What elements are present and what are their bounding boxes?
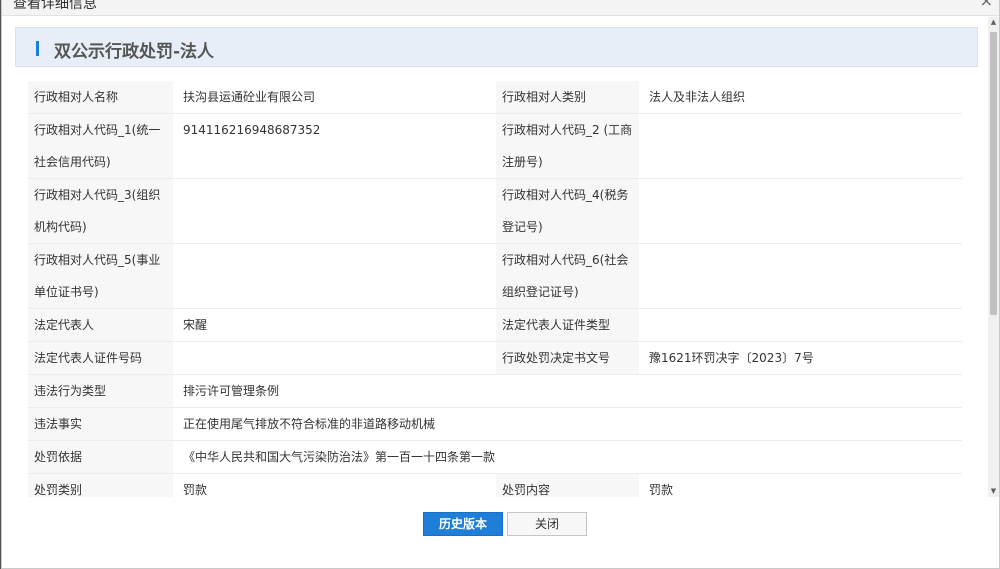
dialog-title: 查看详细信息 bbox=[13, 0, 97, 12]
dialog-footer: 历史版本 关闭 bbox=[2, 512, 999, 542]
table-row: 行政相对人代码_3(组织 机构代码) 行政相对人代码_4(税务 登记号) bbox=[28, 178, 962, 244]
close-icon[interactable]: × bbox=[980, 0, 993, 10]
field-label: 行政处罚决定书文号 bbox=[496, 341, 639, 375]
section-title: 双公示行政处罚-法人 bbox=[54, 42, 215, 62]
field-label-line: 行政相对人代码_1(统一 bbox=[34, 123, 161, 137]
field-value bbox=[639, 113, 962, 179]
field-label: 行政相对人类别 bbox=[496, 81, 639, 114]
field-value bbox=[639, 178, 962, 244]
scrollbar-thumb[interactable] bbox=[990, 32, 997, 315]
field-label: 违法事实 bbox=[28, 407, 173, 441]
field-label: 行政相对人代码_4(税务 登记号) bbox=[496, 178, 639, 244]
table-row: 法定代表人 宋醒 法定代表人证件类型 bbox=[28, 308, 962, 342]
dialog-titlebar: 查看详细信息 × bbox=[2, 0, 999, 16]
table-row: 行政相对人代码_1(统一 社会信用代码) 914116216948687352 行… bbox=[28, 113, 962, 179]
field-value: 法人及非法人组织 bbox=[639, 81, 962, 114]
field-label: 法定代表人证件号码 bbox=[28, 341, 173, 375]
field-value: 罚款 bbox=[639, 473, 962, 497]
field-label: 行政相对人代码_5(事业 单位证书号) bbox=[28, 243, 173, 309]
field-label-line: 单位证书号) bbox=[34, 285, 99, 299]
field-label: 法定代表人证件类型 bbox=[496, 308, 639, 342]
field-label-line: 社会信用代码) bbox=[34, 155, 111, 169]
field-label: 处罚依据 bbox=[28, 440, 173, 474]
field-label-line: 行政相对人代码_5(事业 bbox=[34, 253, 161, 267]
scroll-down-arrow-icon[interactable]: ▼ bbox=[988, 486, 999, 497]
info-table: 行政相对人名称 扶沟县运通砼业有限公司 行政相对人类别 法人及非法人组织 行政相… bbox=[28, 81, 962, 497]
field-value: 扶沟县运通砼业有限公司 bbox=[173, 81, 496, 114]
field-value: 豫1621环罚决字〔2023〕7号 bbox=[639, 341, 962, 375]
field-value bbox=[639, 308, 962, 342]
field-value bbox=[639, 243, 962, 309]
field-value: 914116216948687352 bbox=[173, 113, 496, 179]
field-value: 排污许可管理条例 bbox=[173, 374, 962, 408]
history-version-button[interactable]: 历史版本 bbox=[423, 512, 503, 536]
field-value bbox=[173, 243, 496, 309]
field-value: 正在使用尾气排放不符合标准的非道路移动机械 bbox=[173, 407, 962, 441]
detail-dialog: 查看详细信息 × 双公示行政处罚-法人 行政相对人名称 扶沟县运通砼业有限公司 … bbox=[1, 0, 1000, 569]
section-header: 双公示行政处罚-法人 bbox=[15, 27, 978, 67]
table-row: 行政相对人代码_5(事业 单位证书号) 行政相对人代码_6(社会 组织登记证号) bbox=[28, 243, 962, 309]
field-label-line: 组织登记证号) bbox=[502, 285, 579, 299]
table-row: 处罚依据 《中华人民共和国大气污染防治法》第一百一十四条第一款 bbox=[28, 440, 962, 474]
field-value: 宋醒 bbox=[173, 308, 496, 342]
table-row: 违法行为类型 排污许可管理条例 bbox=[28, 374, 962, 408]
field-label: 法定代表人 bbox=[28, 308, 173, 342]
vertical-scrollbar[interactable]: ▲ ▼ bbox=[988, 17, 999, 497]
table-row: 违法事实 正在使用尾气排放不符合标准的非道路移动机械 bbox=[28, 407, 962, 441]
field-value bbox=[173, 341, 496, 375]
dialog-content: 双公示行政处罚-法人 行政相对人名称 扶沟县运通砼业有限公司 行政相对人类别 法… bbox=[2, 17, 990, 497]
field-label-line: 机构代码) bbox=[34, 220, 87, 234]
field-label-line: 行政相对人代码_3(组织 bbox=[34, 188, 161, 202]
field-label: 行政相对人代码_2 (工商 注册号) bbox=[496, 113, 639, 179]
field-value: 罚款 bbox=[173, 473, 496, 497]
field-value: 《中华人民共和国大气污染防治法》第一百一十四条第一款 bbox=[173, 440, 962, 474]
field-label: 处罚类别 bbox=[28, 473, 173, 497]
field-value bbox=[173, 178, 496, 244]
field-label: 违法行为类型 bbox=[28, 374, 173, 408]
field-label: 行政相对人代码_6(社会 组织登记证号) bbox=[496, 243, 639, 309]
table-row: 法定代表人证件号码 行政处罚决定书文号 豫1621环罚决字〔2023〕7号 bbox=[28, 341, 962, 375]
field-label: 行政相对人代码_3(组织 机构代码) bbox=[28, 178, 173, 244]
field-label-line: 注册号) bbox=[502, 155, 543, 169]
close-button[interactable]: 关闭 bbox=[507, 512, 587, 536]
scroll-up-arrow-icon[interactable]: ▲ bbox=[988, 17, 999, 28]
table-row: 行政相对人名称 扶沟县运通砼业有限公司 行政相对人类别 法人及非法人组织 bbox=[28, 81, 962, 114]
field-label-line: 行政相对人代码_6(社会 bbox=[502, 253, 629, 267]
field-label: 行政相对人代码_1(统一 社会信用代码) bbox=[28, 113, 173, 179]
field-label-line: 登记号) bbox=[502, 220, 543, 234]
field-label: 行政相对人名称 bbox=[28, 81, 173, 114]
section-accent-bar bbox=[36, 41, 39, 56]
table-row: 处罚类别 罚款 处罚内容 罚款 bbox=[28, 473, 962, 497]
field-label-line: 行政相对人代码_4(税务 bbox=[502, 188, 629, 202]
field-label: 处罚内容 bbox=[496, 473, 639, 497]
field-label-line: 行政相对人代码_2 (工商 bbox=[502, 123, 633, 137]
